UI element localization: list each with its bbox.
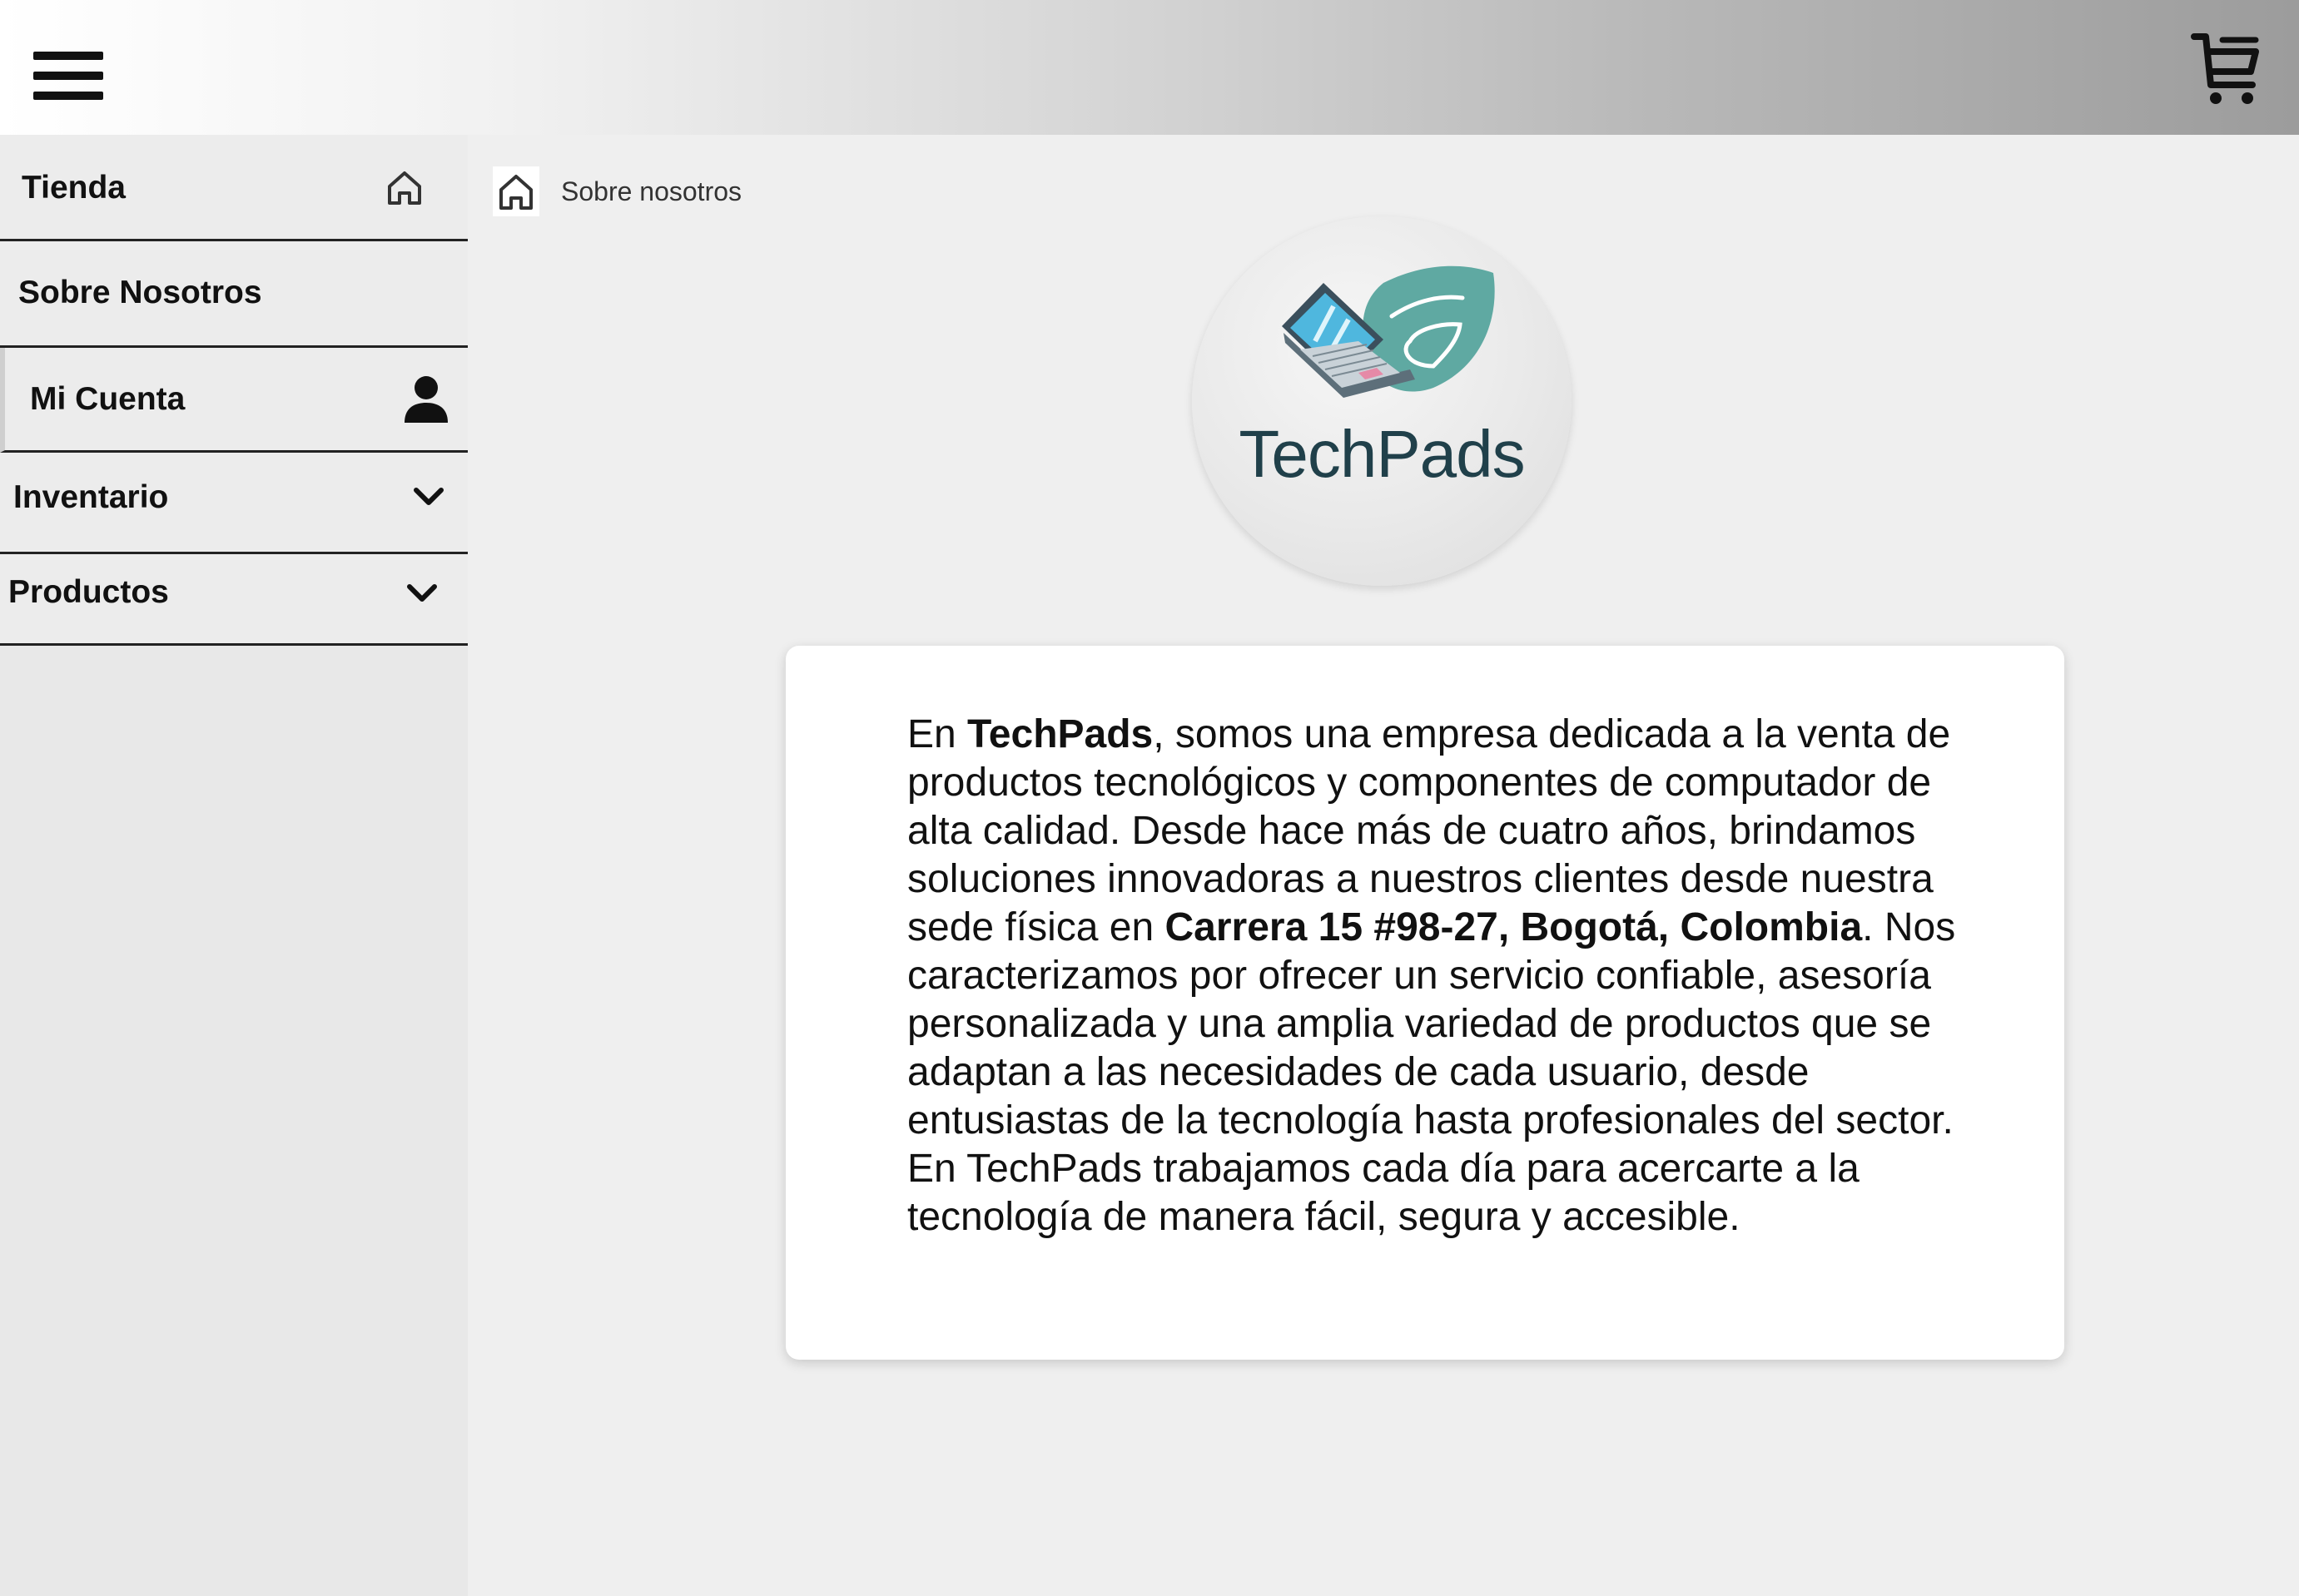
breadcrumb-home-icon[interactable]: [493, 166, 539, 216]
sidebar-item-label: Sobre Nosotros: [18, 275, 262, 310]
hamburger-menu-icon[interactable]: [33, 48, 103, 103]
chevron-down-icon[interactable]: [406, 582, 438, 607]
sidebar: Tienda Sobre Nosotros Mi Cuenta Inventar: [0, 135, 468, 1596]
about-text: En TechPads, somos una empresa dedicada …: [907, 712, 1956, 1239]
shopping-cart-icon[interactable]: [2189, 32, 2264, 110]
sidebar-item-label: Inventario: [13, 479, 169, 515]
sidebar-item-inventario[interactable]: Inventario: [0, 453, 468, 554]
about-card: En TechPads, somos una empresa dedicada …: [786, 646, 2064, 1360]
about-address: Carrera 15 #98-27, Bogotá, Colombia: [1164, 905, 1863, 949]
sidebar-item-label: Mi Cuenta: [30, 381, 186, 417]
sidebar-item-tienda[interactable]: Tienda: [0, 135, 468, 241]
sidebar-item-label: Productos: [8, 574, 169, 610]
user-icon: [403, 374, 449, 428]
top-bar: [0, 0, 2299, 135]
logo-brand-text: TechPads: [1239, 417, 1525, 491]
sidebar-item-sobre-nosotros[interactable]: Sobre Nosotros: [0, 241, 468, 348]
sidebar-item-label: Tienda: [22, 170, 126, 206]
page: Tienda Sobre Nosotros Mi Cuenta Inventar: [0, 0, 2299, 1596]
sidebar-item-productos[interactable]: Productos: [0, 554, 468, 646]
home-icon: [385, 168, 425, 211]
chevron-down-icon[interactable]: [413, 486, 444, 511]
sidebar-item-mi-cuenta[interactable]: Mi Cuenta: [0, 348, 468, 453]
breadcrumb-current: Sobre nosotros: [561, 176, 742, 206]
techpads-logo: TechPads: [1192, 216, 1572, 586]
about-brand: TechPads: [967, 712, 1154, 756]
